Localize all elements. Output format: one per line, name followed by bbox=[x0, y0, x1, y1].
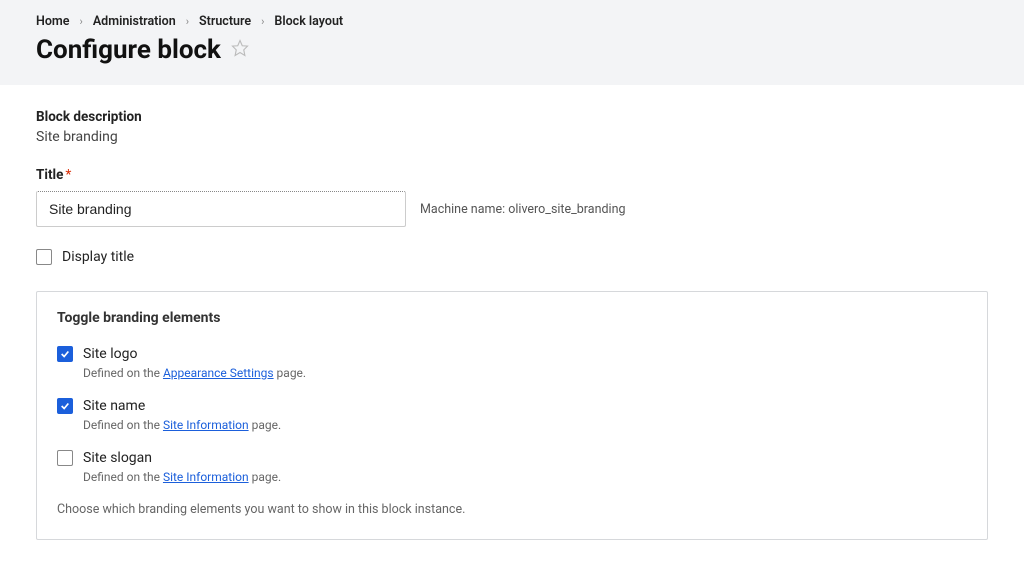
breadcrumb-item[interactable]: Administration bbox=[93, 14, 176, 29]
display-title-checkbox[interactable] bbox=[36, 249, 52, 265]
site-logo-description: Defined on the Appearance Settings page. bbox=[83, 366, 967, 380]
appearance-settings-link[interactable]: Appearance Settings bbox=[163, 366, 274, 380]
site-logo-checkbox[interactable] bbox=[57, 346, 73, 362]
toggle-branding-fieldset: Toggle branding elements Site logo Defin… bbox=[36, 291, 988, 540]
chevron-right-icon: › bbox=[186, 15, 189, 28]
machine-name: Machine name: olivero_site_branding bbox=[420, 202, 626, 217]
block-description-label: Block description bbox=[36, 109, 988, 125]
title-label: Title* bbox=[36, 167, 71, 183]
block-description-value: Site branding bbox=[36, 129, 988, 145]
page-title: Configure block bbox=[36, 35, 221, 65]
star-icon[interactable] bbox=[231, 39, 249, 61]
breadcrumb-item[interactable]: Structure bbox=[199, 14, 251, 29]
required-indicator: * bbox=[65, 167, 71, 183]
title-input[interactable] bbox=[36, 191, 406, 227]
chevron-right-icon: › bbox=[261, 15, 264, 28]
site-name-description: Defined on the Site Information page. bbox=[83, 418, 967, 432]
site-name-checkbox[interactable] bbox=[57, 398, 73, 414]
site-slogan-label: Site slogan bbox=[83, 450, 152, 466]
block-description-section: Block description Site branding bbox=[36, 109, 988, 145]
site-logo-label: Site logo bbox=[83, 346, 137, 362]
site-slogan-description: Defined on the Site Information page. bbox=[83, 470, 967, 484]
site-slogan-checkbox[interactable] bbox=[57, 450, 73, 466]
site-information-link[interactable]: Site Information bbox=[163, 418, 249, 432]
site-information-link[interactable]: Site Information bbox=[163, 470, 249, 484]
fieldset-title: Toggle branding elements bbox=[57, 310, 967, 326]
breadcrumb-item[interactable]: Home bbox=[36, 14, 70, 29]
breadcrumb-item[interactable]: Block layout bbox=[274, 14, 343, 29]
display-title-label: Display title bbox=[62, 249, 134, 265]
breadcrumb: Home › Administration › Structure › Bloc… bbox=[36, 14, 988, 29]
chevron-right-icon: › bbox=[80, 15, 83, 28]
site-name-label: Site name bbox=[83, 398, 145, 414]
